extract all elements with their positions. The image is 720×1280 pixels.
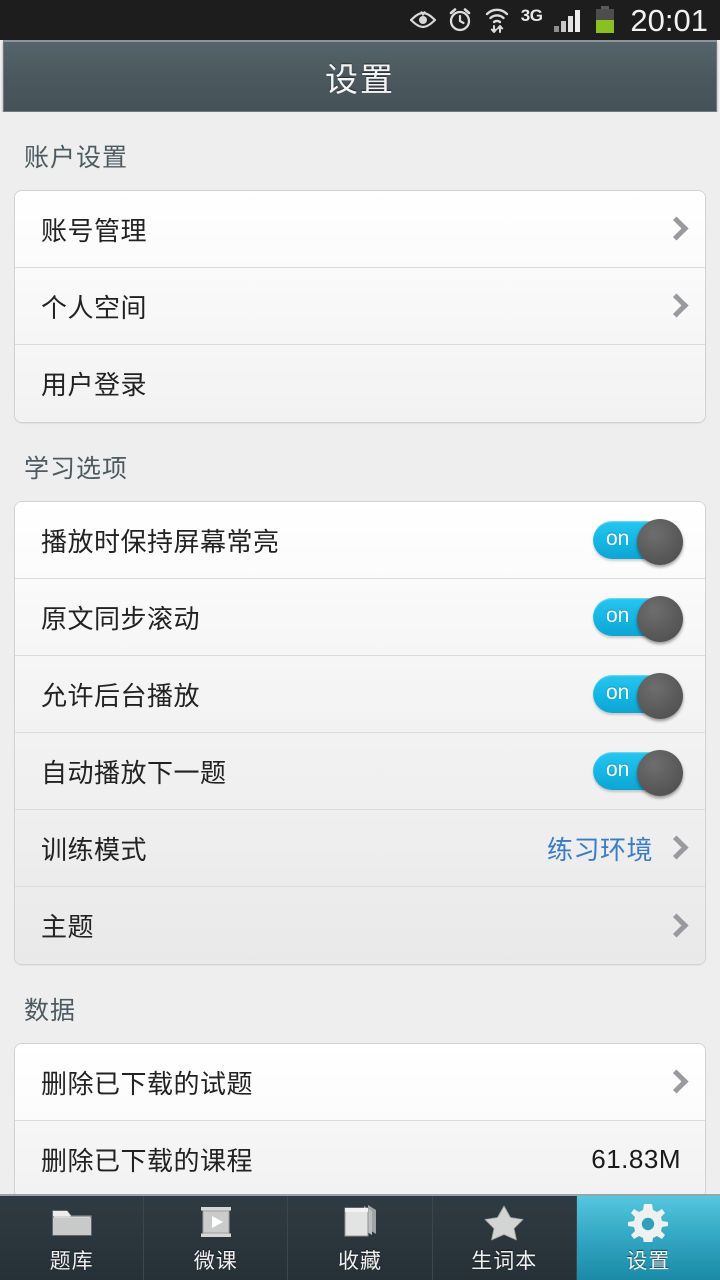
row-user-login[interactable]: 用户登录 <box>15 345 705 422</box>
toggle-knob <box>637 519 683 565</box>
card-data: 删除已下载的试题 删除已下载的课程 61.83M <box>14 1043 706 1194</box>
chevron-right-icon <box>667 1067 685 1097</box>
row-label: 用户登录 <box>41 370 148 400</box>
folder-icon <box>49 1202 95 1242</box>
toggle-state-label: on <box>606 604 630 627</box>
tab-micro-lessons[interactable]: 微课 <box>144 1196 289 1280</box>
toggle-knob <box>637 673 683 719</box>
tab-label: 生词本 <box>471 1249 538 1273</box>
row-personal-space[interactable]: 个人空间 <box>15 268 705 345</box>
row-theme[interactable]: 主题 <box>15 887 705 964</box>
settings-list[interactable]: 账户设置 账号管理 个人空间 用户登录 学习选项 播放时保持屏幕常亮 on 原文… <box>0 112 720 1194</box>
tab-label: 收藏 <box>338 1249 382 1273</box>
card-study-options: 播放时保持屏幕常亮 on 原文同步滚动 on 允许后台播放 on 自动播放下一题… <box>14 501 706 965</box>
section-study-options: 学习选项 播放时保持屏幕常亮 on 原文同步滚动 on 允许后台播放 on 自动… <box>0 423 720 965</box>
section-header-account: 账户设置 <box>24 144 129 172</box>
chevron-right-icon <box>667 833 685 863</box>
bottom-tab-bar: 题库 微课 收藏 生词本 设置 <box>0 1194 720 1280</box>
signal-bars-icon <box>553 7 583 33</box>
chevron-right-icon <box>667 911 685 941</box>
toggle-state-label: on <box>606 681 630 704</box>
toggle-background-play[interactable]: on <box>593 673 683 719</box>
row-label: 删除已下载的课程 <box>41 1146 254 1176</box>
section-account: 账户设置 账号管理 个人空间 用户登录 <box>0 112 720 423</box>
row-delete-downloaded-questions[interactable]: 删除已下载的试题 <box>15 1044 705 1121</box>
row-label: 原文同步滚动 <box>41 603 201 634</box>
clock-time: 20:01 <box>630 2 708 38</box>
row-background-play[interactable]: 允许后台播放 on <box>15 656 705 733</box>
row-label: 自动播放下一题 <box>41 757 227 788</box>
toggle-keep-screen-on[interactable]: on <box>593 519 683 565</box>
toggle-state-label: on <box>606 758 630 781</box>
tab-favorites[interactable]: 收藏 <box>288 1196 433 1280</box>
toggle-state-label: on <box>606 527 630 550</box>
tab-label: 题库 <box>49 1249 94 1273</box>
alarm-clock-icon <box>447 7 473 33</box>
section-data: 数据 删除已下载的试题 删除已下载的课程 61.83M <box>0 965 720 1194</box>
tab-question-bank[interactable]: 题库 <box>0 1196 145 1280</box>
row-label: 主题 <box>41 912 95 942</box>
row-keep-screen-on[interactable]: 播放时保持屏幕常亮 on <box>15 502 705 579</box>
star-icon <box>481 1202 527 1242</box>
row-sync-scroll[interactable]: 原文同步滚动 on <box>15 579 705 656</box>
toggle-autoplay-next[interactable]: on <box>593 750 683 796</box>
row-label: 个人空间 <box>41 292 148 323</box>
row-label: 账号管理 <box>41 215 148 246</box>
chevron-right-icon <box>667 214 685 244</box>
row-delete-downloaded-courses[interactable]: 删除已下载的课程 61.83M <box>15 1121 705 1194</box>
row-value-size: 61.83M <box>591 1144 681 1174</box>
row-autoplay-next[interactable]: 自动播放下一题 on <box>15 733 705 810</box>
video-play-icon <box>193 1202 239 1242</box>
row-label: 删除已下载的试题 <box>41 1068 254 1099</box>
toggle-knob <box>637 750 683 796</box>
row-label: 训练模式 <box>41 834 148 865</box>
network-type-label: 3G <box>520 5 543 25</box>
tab-settings[interactable]: 设置 <box>576 1196 720 1280</box>
row-training-mode[interactable]: 训练模式 练习环境 <box>15 810 705 887</box>
wifi-data-icon <box>484 6 510 34</box>
eye-icon <box>409 10 436 30</box>
tab-label: 微课 <box>193 1249 238 1273</box>
chevron-right-icon <box>667 291 685 321</box>
card-account: 账号管理 个人空间 用户登录 <box>14 190 706 423</box>
title-bar: 设置 <box>3 40 717 112</box>
status-bar: 3G 20:01 <box>0 0 720 40</box>
row-account-management[interactable]: 账号管理 <box>15 191 705 268</box>
toggle-knob <box>637 596 683 642</box>
section-header-study-options: 学习选项 <box>24 455 129 483</box>
tab-vocabulary[interactable]: 生词本 <box>432 1196 577 1280</box>
battery-icon <box>594 6 616 34</box>
gear-icon <box>625 1202 671 1242</box>
tab-label: 设置 <box>626 1249 671 1273</box>
page-title: 设置 <box>325 60 395 98</box>
book-icon <box>337 1202 383 1242</box>
row-value: 练习环境 <box>546 834 653 865</box>
row-label: 播放时保持屏幕常亮 <box>41 526 280 557</box>
app-screen: 3G 20:01 设置 账户设置 账号管理 个人空间 用户登录 学习选项 播放时… <box>0 0 720 1280</box>
toggle-sync-scroll[interactable]: on <box>593 596 683 642</box>
row-label: 允许后台播放 <box>41 680 201 711</box>
section-header-data: 数据 <box>24 997 77 1025</box>
